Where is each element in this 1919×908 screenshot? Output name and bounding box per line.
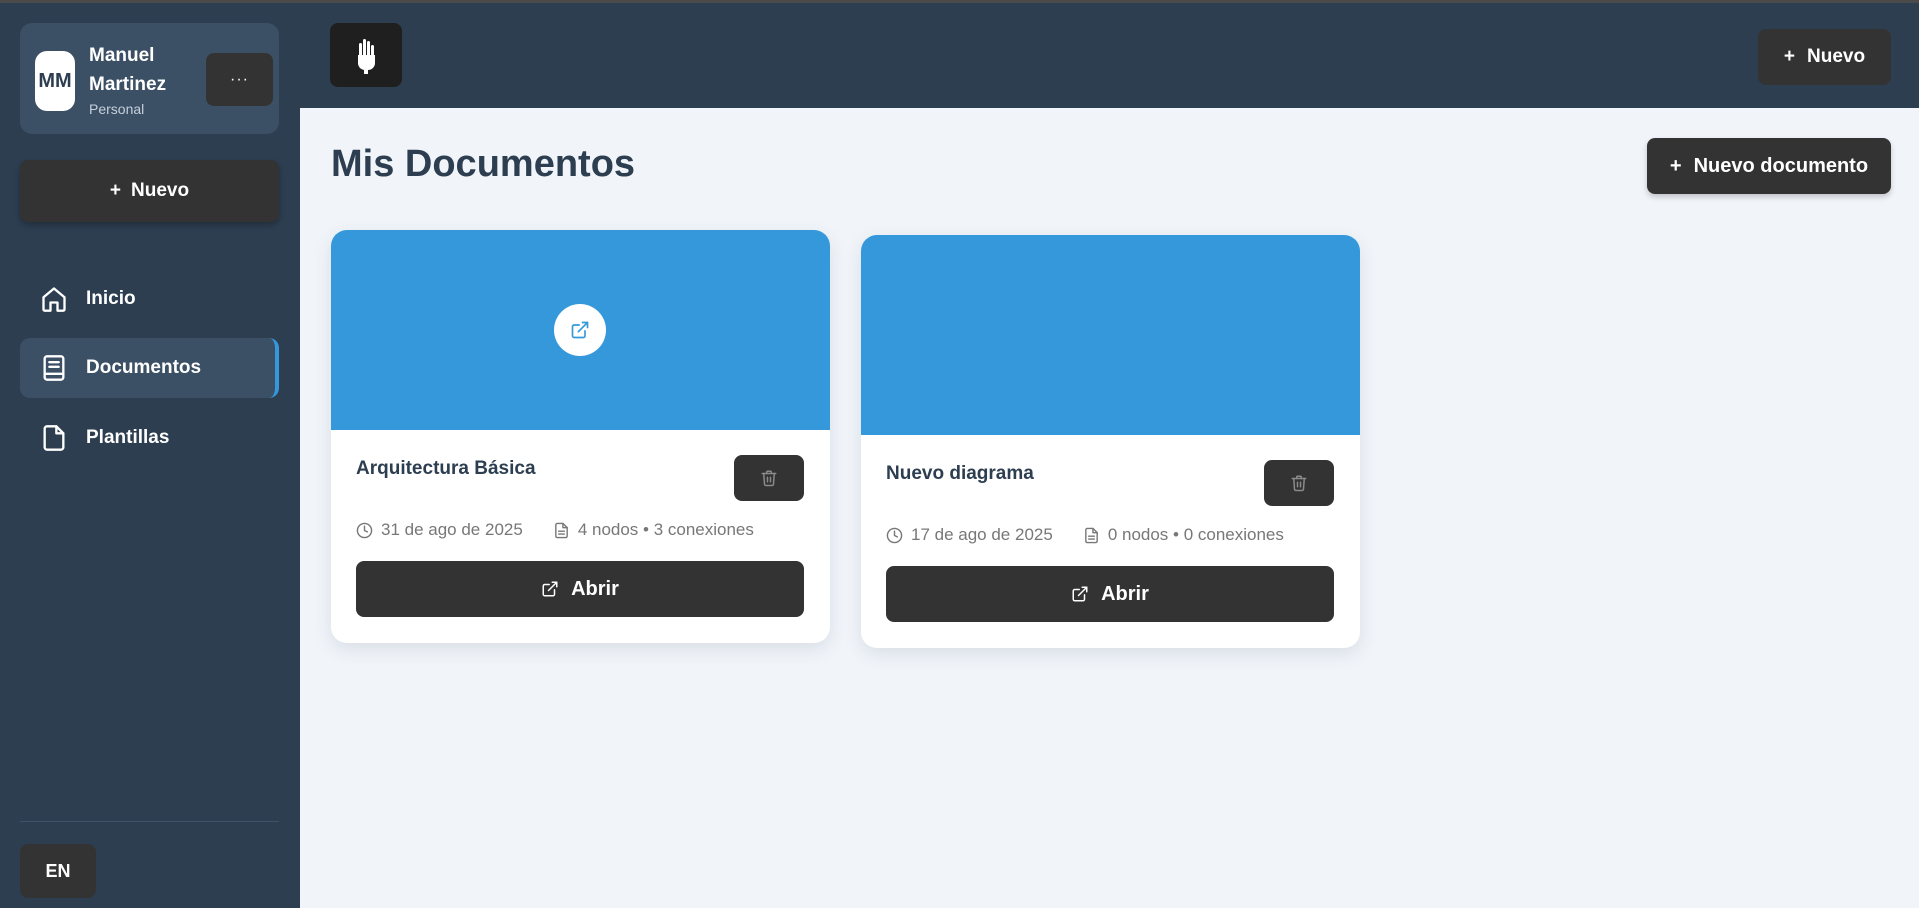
language-button[interactable]: EN xyxy=(20,844,96,898)
sidebar-item-plantillas[interactable]: Plantillas xyxy=(20,408,279,468)
file-icon xyxy=(43,425,65,451)
external-link-icon xyxy=(542,581,558,597)
book-icon xyxy=(43,355,65,381)
document-meta: 17 de ago de 2025 0 nodos • 0 conexiones xyxy=(886,525,1284,545)
top-new-label: Nuevo xyxy=(1807,46,1866,67)
external-link-icon xyxy=(1072,586,1088,602)
user-name: Manuel Martinez xyxy=(89,45,167,95)
clock-icon xyxy=(886,527,903,543)
hand-logo-icon[interactable] xyxy=(330,23,402,87)
sidebar-item-label: Plantillas xyxy=(86,427,170,448)
document-title: Nuevo diagrama xyxy=(886,463,1034,484)
avatar: MM xyxy=(35,51,75,111)
sidebar-item-inicio[interactable]: Inicio xyxy=(20,269,279,329)
document-stats: 0 nodos • 0 conexiones xyxy=(1107,525,1284,544)
open-button[interactable]: Abrir xyxy=(356,561,804,617)
document-preview[interactable] xyxy=(861,235,1360,435)
user-plan: Personal xyxy=(89,101,145,117)
sidebar-item-label: Documentos xyxy=(86,357,202,378)
document-card[interactable]: Nuevo diagrama 17 de ago de 2025 0 nodos… xyxy=(861,235,1360,648)
document-title: Arquitectura Básica xyxy=(356,458,536,479)
document-date: 31 de ago de 2025 xyxy=(381,520,523,539)
top-bar: + Nuevo xyxy=(300,0,1919,108)
plus-icon: + xyxy=(1669,154,1682,177)
external-link-icon[interactable] xyxy=(554,304,606,356)
sidebar-divider xyxy=(20,821,279,822)
sidebar-new-button[interactable]: + Nuevo xyxy=(20,160,279,222)
open-button[interactable]: Abrir xyxy=(886,566,1334,622)
document-card[interactable]: Arquitectura Básica 31 de ago de 2025 4 … xyxy=(331,230,830,643)
clock-icon xyxy=(356,522,373,538)
document-preview[interactable] xyxy=(331,230,830,430)
document-date: 17 de ago de 2025 xyxy=(911,525,1053,544)
page-title: Mis Documentos xyxy=(331,143,636,185)
top-new-button[interactable]: + Nuevo xyxy=(1758,29,1891,85)
document-meta: 31 de ago de 2025 4 nodos • 3 conexiones xyxy=(356,520,754,540)
document-stats: 4 nodos • 3 conexiones xyxy=(577,520,754,539)
new-document-button[interactable]: + Nuevo documento xyxy=(1647,138,1891,194)
document-icon xyxy=(554,522,568,538)
delete-button[interactable] xyxy=(1264,460,1334,506)
trash-icon xyxy=(761,470,777,487)
sidebar-item-label: Inicio xyxy=(86,288,136,309)
home-icon xyxy=(42,287,66,312)
open-label: Abrir xyxy=(1101,582,1149,605)
sidebar: MM Manuel Martinez Personal ··· + Nuevo … xyxy=(0,0,300,908)
sidebar-item-documentos[interactable]: Documentos xyxy=(20,338,279,398)
document-icon xyxy=(1084,527,1098,543)
user-menu-button[interactable]: ··· xyxy=(206,53,273,106)
user-card: MM Manuel Martinez Personal ··· xyxy=(20,23,279,134)
plus-icon: + xyxy=(109,180,122,201)
plus-icon: + xyxy=(1783,46,1796,67)
trash-icon xyxy=(1291,475,1307,492)
delete-button[interactable] xyxy=(734,455,804,501)
sidebar-new-label: Nuevo xyxy=(131,180,190,201)
open-label: Abrir xyxy=(571,577,619,600)
new-document-label: Nuevo documento xyxy=(1693,154,1869,177)
